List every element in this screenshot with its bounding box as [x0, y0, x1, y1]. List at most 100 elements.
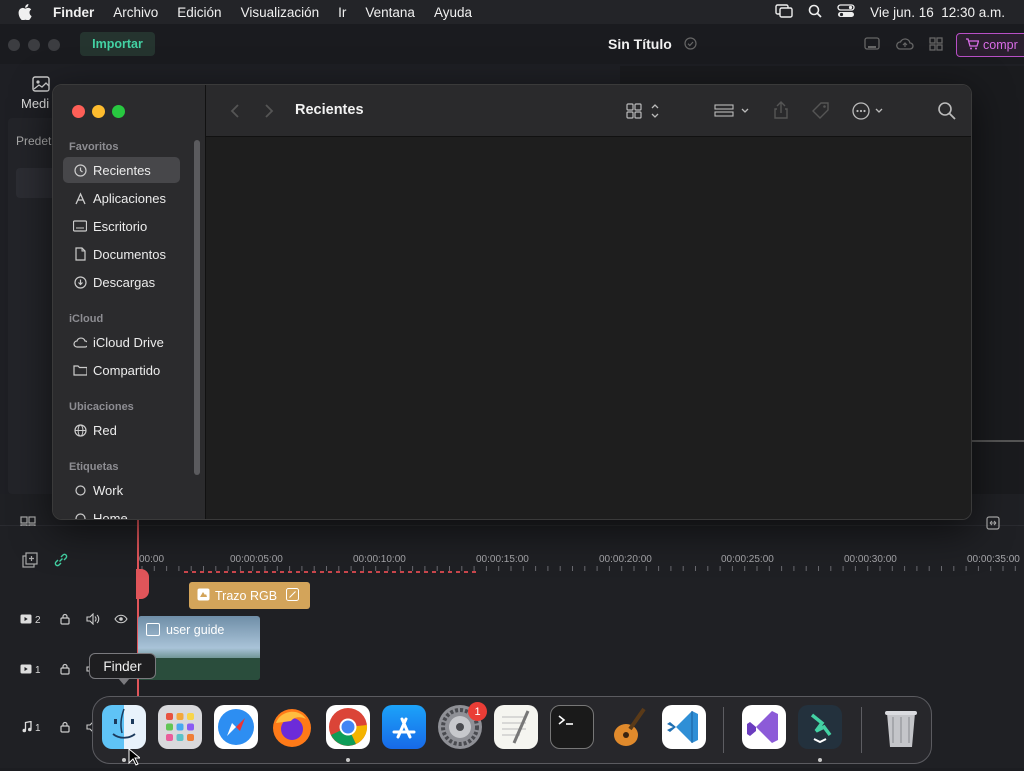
finder-toolbar: Recientes: [206, 85, 971, 137]
project-title: Sin Título: [608, 36, 672, 52]
ruler-tick-label: 00:00:05:00: [230, 554, 283, 565]
link-icon[interactable]: [53, 552, 69, 573]
dock-filmora-icon[interactable]: [798, 705, 842, 749]
window-close-button[interactable]: [8, 39, 20, 51]
lock-icon[interactable]: [59, 663, 71, 678]
menu-ayuda[interactable]: Ayuda: [434, 5, 472, 20]
sidebar-item-compartido[interactable]: Compartido: [63, 357, 180, 383]
effect-clip[interactable]: Trazo RGB: [189, 582, 310, 609]
download-icon: [73, 275, 87, 289]
cloud-icon: [73, 335, 87, 349]
ruler-tick-label: 00:00:10:00: [353, 554, 406, 565]
add-track-icon[interactable]: [22, 552, 38, 573]
control-center-icon[interactable]: [837, 3, 855, 21]
finder-content: Recientes: [205, 85, 971, 519]
effect-clip-settings-icon[interactable]: [286, 587, 300, 604]
sidebar-item-descargas[interactable]: Descargas: [63, 269, 180, 295]
lock-icon[interactable]: [59, 721, 71, 736]
menu-archivo[interactable]: Archivo: [113, 5, 158, 20]
media-tab-label[interactable]: Medi: [21, 96, 49, 111]
track-number: 1: [35, 722, 41, 734]
grid-apps-icon[interactable]: [929, 37, 943, 56]
effect-clip-icon: [197, 588, 210, 604]
finder-window: Favoritos Recientes Aplicaciones Escrito…: [52, 84, 972, 520]
fit-timeline-icon[interactable]: [986, 516, 1000, 535]
sidebar-item-label: Documentos: [93, 246, 166, 262]
dock-app-store-icon[interactable]: [382, 705, 426, 749]
sidebar-item-documentos[interactable]: Documentos: [63, 241, 180, 267]
menu-ir[interactable]: Ir: [338, 5, 346, 20]
dock-vscode-icon[interactable]: [662, 705, 706, 749]
ruler-tick-label: 00:00:15:00: [476, 554, 529, 565]
shared-folder-icon: [73, 363, 87, 377]
window-zoom-button[interactable]: [48, 39, 60, 51]
menu-finder[interactable]: Finder: [53, 5, 94, 20]
dock-tooltip: Finder: [89, 653, 156, 685]
window-minimize-button[interactable]: [28, 39, 40, 51]
media-tab-icon[interactable]: [32, 76, 50, 97]
lock-icon[interactable]: [59, 613, 71, 628]
apple-menu-icon[interactable]: [18, 4, 38, 20]
dock-firefox-icon[interactable]: [270, 705, 314, 749]
finder-minimize-button[interactable]: [92, 105, 105, 118]
spotlight-search-icon[interactable]: [808, 4, 822, 21]
notification-badge: 1: [468, 702, 487, 721]
dock-launchpad-icon[interactable]: [158, 705, 202, 749]
dock-chrome-icon[interactable]: [326, 705, 370, 749]
group-by-icon[interactable]: [714, 103, 752, 124]
layout-icon[interactable]: [864, 37, 880, 56]
tag-icon[interactable]: [811, 101, 831, 126]
video-track-icon: [20, 614, 32, 627]
dock-running-indicator: [346, 758, 350, 762]
screen-mirroring-icon[interactable]: [775, 3, 793, 21]
more-actions-icon[interactable]: [852, 101, 888, 126]
sidebar-item-home[interactable]: Home: [63, 505, 180, 520]
sidebar-item-escritorio[interactable]: Escritorio: [63, 213, 180, 239]
buy-button[interactable]: compr: [956, 33, 1024, 57]
sidebar-item-label: iCloud Drive: [93, 334, 164, 350]
back-chevron-icon[interactable]: [230, 103, 240, 124]
dock-trash-icon[interactable]: [879, 705, 923, 749]
menu-edicion[interactable]: Edición: [177, 5, 221, 20]
video-clip-audio-strip: [138, 658, 260, 680]
menubar-clock[interactable]: Vie jun. 16 12:30 a.m.: [870, 5, 1005, 20]
menu-visualizacion[interactable]: Visualización: [241, 5, 320, 20]
sidebar-item-label: Red: [93, 422, 117, 438]
speaker-icon[interactable]: [86, 612, 100, 628]
finder-close-button[interactable]: [72, 105, 85, 118]
playhead-handle[interactable]: [136, 569, 149, 599]
sidebar-item-label: Recientes: [93, 162, 151, 178]
sidebar-item-label: Aplicaciones: [93, 190, 166, 206]
dock-safari-icon[interactable]: [214, 705, 258, 749]
sidebar-item-red[interactable]: Red: [63, 417, 180, 443]
dock-garageband-icon[interactable]: [606, 705, 650, 749]
dock-terminal-icon[interactable]: [550, 705, 594, 749]
video-clip-label: user guide: [166, 623, 225, 637]
finder-window-title: Recientes: [295, 102, 364, 118]
sidebar-item-icloud-drive[interactable]: iCloud Drive: [63, 329, 180, 355]
forward-chevron-icon[interactable]: [264, 103, 274, 124]
sidebar-heading-etiquetas: Etiquetas: [69, 461, 119, 473]
dock-separator: [861, 707, 862, 753]
view-mode-grid-icon[interactable]: [626, 102, 660, 125]
sidebar-item-work[interactable]: Work: [63, 477, 180, 503]
video-clip[interactable]: user guide: [138, 616, 260, 680]
dock-visual-studio-icon[interactable]: [742, 705, 786, 749]
menu-ventana[interactable]: Ventana: [365, 5, 415, 20]
sidebar-item-aplicaciones[interactable]: Aplicaciones: [63, 185, 180, 211]
menu-bar: Finder Archivo Edición Visualización Ir …: [0, 0, 1024, 24]
dock: [92, 696, 932, 764]
timeline-ruler[interactable]: 00:00 00:00:05:00 00:00:10:00 00:00:15:0…: [138, 548, 1024, 576]
cloud-upload-icon[interactable]: [896, 37, 914, 56]
sidebar-item-label: Home: [93, 510, 128, 520]
sidebar-item-recientes[interactable]: Recientes: [63, 157, 180, 183]
import-button[interactable]: Importar: [80, 32, 155, 56]
share-icon[interactable]: [773, 100, 789, 125]
eye-icon[interactable]: [114, 614, 128, 627]
dock-finder-icon[interactable]: [102, 705, 146, 749]
sidebar-scrollbar[interactable]: [194, 140, 200, 475]
dock-textedit-icon[interactable]: [494, 705, 538, 749]
music-note-icon: [22, 720, 32, 736]
search-icon[interactable]: [937, 101, 957, 126]
finder-zoom-button[interactable]: [112, 105, 125, 118]
